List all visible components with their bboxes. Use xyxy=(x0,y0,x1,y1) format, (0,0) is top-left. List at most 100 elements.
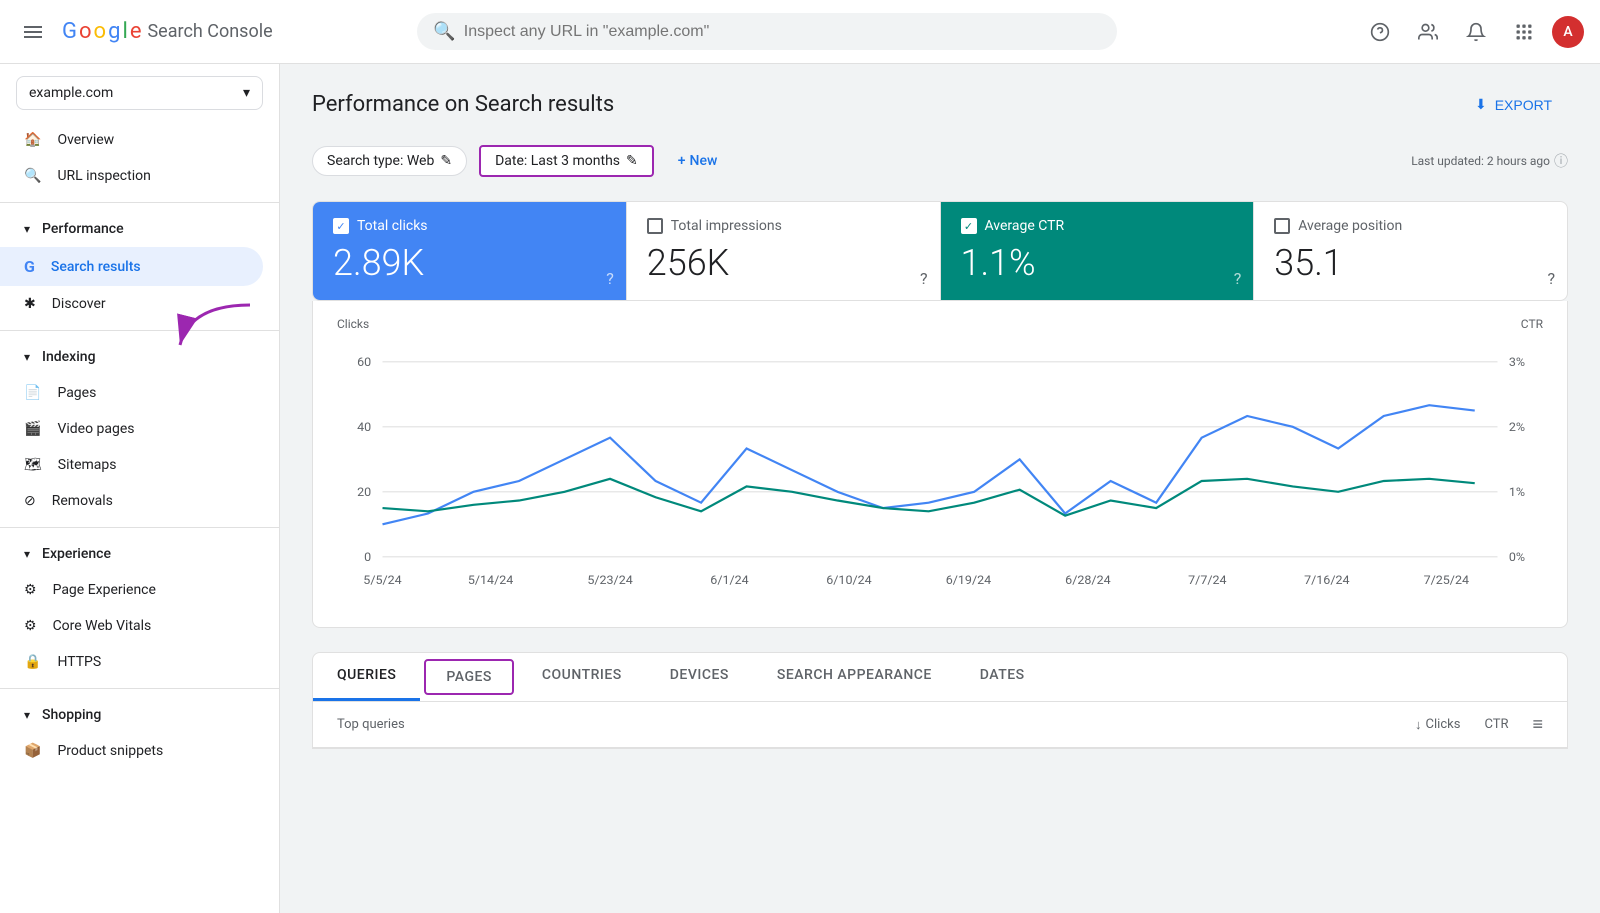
chart-container: Clicks CTR 60 40 20 0 3% 2% xyxy=(312,301,1568,628)
sidebar-item-overview[interactable]: 🏠 Overview xyxy=(0,122,263,158)
export-button[interactable]: ⬇ EXPORT xyxy=(1459,88,1568,121)
shopping-section-header[interactable]: ▾ Shopping xyxy=(0,697,279,733)
property-name: example.com xyxy=(29,85,113,101)
tab-queries-label: QUERIES xyxy=(337,667,396,683)
metric-card-header-ctr: Average CTR xyxy=(961,218,1234,234)
position-label: Average position xyxy=(1298,218,1402,234)
menu-icon[interactable] xyxy=(16,15,50,49)
sidebar-item-core-web-vitals[interactable]: ⚙ Core Web Vitals xyxy=(0,608,263,644)
svg-text:60: 60 xyxy=(357,355,371,369)
sidebar-item-search-results[interactable]: G Search results xyxy=(0,247,263,286)
tab-queries[interactable]: QUERIES xyxy=(313,653,420,701)
main-content: Performance on Search results ⬇ EXPORT S… xyxy=(280,64,1600,913)
topbar-right: A xyxy=(1360,12,1584,52)
lock-icon: 🔒 xyxy=(24,654,41,670)
table-col-clicks[interactable]: ↓ Clicks xyxy=(1415,717,1460,733)
help-icon-impressions[interactable]: ? xyxy=(920,269,928,288)
search-input[interactable] xyxy=(464,23,1102,41)
help-icon-clicks[interactable]: ? xyxy=(606,269,614,288)
sidebar-item-page-experience[interactable]: ⚙ Page Experience xyxy=(0,572,263,608)
sidebar-item-discover[interactable]: ✱ Discover xyxy=(0,286,263,322)
discover-label: Discover xyxy=(52,296,106,312)
impressions-value: 256K xyxy=(647,242,920,284)
svg-text:6/10/24: 6/10/24 xyxy=(826,573,872,587)
date-label: Date: Last 3 months xyxy=(495,153,620,169)
sidebar-item-removals[interactable]: ⊘ Removals xyxy=(0,483,263,519)
tab-search-appearance[interactable]: SEARCH APPEARANCE xyxy=(753,653,956,701)
tab-pages-label: PAGES xyxy=(446,669,492,685)
page-title: Performance on Search results xyxy=(312,92,614,117)
tab-dates[interactable]: DATES xyxy=(956,653,1049,701)
table-header: Top queries ↓ Clicks CTR ≡ xyxy=(313,702,1567,748)
help-button[interactable] xyxy=(1360,12,1400,52)
tab-countries[interactable]: COUNTRIES xyxy=(518,653,646,701)
svg-text:7/7/24: 7/7/24 xyxy=(1188,573,1227,587)
page-header: Performance on Search results ⬇ EXPORT xyxy=(312,88,1568,121)
indexing-label: Indexing xyxy=(42,349,95,365)
svg-text:6/19/24: 6/19/24 xyxy=(946,573,992,587)
search-circle-icon: 🔍 xyxy=(24,168,41,184)
add-filter-button[interactable]: + New xyxy=(666,147,730,175)
notifications-button[interactable] xyxy=(1456,12,1496,52)
topbar: Google Search Console 🔍 A xyxy=(0,0,1600,64)
sidebar-item-product-snippets[interactable]: 📦 Product snippets xyxy=(0,733,263,769)
sitemaps-label: Sitemaps xyxy=(58,457,117,473)
tab-countries-label: COUNTRIES xyxy=(542,667,622,683)
metric-cards: Total clicks 2.89K ? Total impressions 2… xyxy=(312,201,1568,301)
date-filter[interactable]: Date: Last 3 months ✎ xyxy=(479,145,654,177)
google-letter-g: G xyxy=(62,19,77,44)
google-logo: Google Search Console xyxy=(62,19,273,44)
video-icon: 🎬 xyxy=(24,421,41,437)
sidebar-item-pages[interactable]: 📄 Pages xyxy=(0,375,263,411)
tab-devices[interactable]: DEVICES xyxy=(646,653,753,701)
pages-icon: 📄 xyxy=(24,385,41,401)
asterisk-icon: ✱ xyxy=(24,296,36,312)
search-results-label: Search results xyxy=(51,259,141,275)
experience-section-header[interactable]: ▾ Experience xyxy=(0,536,279,572)
apps-button[interactable] xyxy=(1504,12,1544,52)
indexing-section-header[interactable]: ▾ Indexing xyxy=(0,339,279,375)
search-type-filter[interactable]: Search type: Web ✎ xyxy=(312,146,467,176)
y-axis-label-left: Clicks xyxy=(337,317,369,331)
filter-icon[interactable]: ≡ xyxy=(1532,714,1543,735)
help-icon-ctr[interactable]: ? xyxy=(1234,269,1242,288)
nav-divider-1 xyxy=(0,202,279,203)
metric-card-position[interactable]: Average position 35.1 ? xyxy=(1254,202,1567,300)
tab-dates-label: DATES xyxy=(980,667,1025,683)
performance-label: Performance xyxy=(42,221,124,237)
metric-card-impressions[interactable]: Total impressions 256K ? xyxy=(627,202,941,300)
plus-icon: + xyxy=(678,153,686,169)
avatar[interactable]: A xyxy=(1552,16,1584,48)
google-letter-o1: o xyxy=(79,19,92,44)
chart-area: 60 40 20 0 3% 2% 1% 0% 5/5/24 5/14/24 xyxy=(337,351,1543,611)
product-icon: 📦 xyxy=(24,743,41,759)
sidebar-item-sitemaps[interactable]: 🗺 Sitemaps xyxy=(0,447,263,483)
svg-text:6/1/24: 6/1/24 xyxy=(710,573,749,587)
metric-card-ctr[interactable]: Average CTR 1.1% ? xyxy=(941,202,1255,300)
info-icon: ⓘ xyxy=(1554,151,1568,171)
sitemap-icon: 🗺 xyxy=(24,457,42,473)
accounts-button[interactable] xyxy=(1408,12,1448,52)
table-col-ctr[interactable]: CTR xyxy=(1484,717,1508,732)
chevron-icon-4: ▾ xyxy=(24,708,30,722)
property-selector[interactable]: example.com ▾ xyxy=(16,76,263,110)
tab-pages[interactable]: PAGES xyxy=(424,659,514,695)
chart-svg: 60 40 20 0 3% 2% 1% 0% 5/5/24 5/14/24 xyxy=(337,351,1543,611)
metric-card-total-clicks[interactable]: Total clicks 2.89K ? xyxy=(313,202,627,300)
sidebar-item-url-inspection[interactable]: 🔍 URL inspection xyxy=(0,158,263,194)
checkbox-impressions xyxy=(647,218,663,234)
svg-text:7/25/24: 7/25/24 xyxy=(1424,573,1470,587)
google-letter-e: e xyxy=(130,19,142,44)
download-icon: ⬇ xyxy=(1475,96,1487,113)
performance-section-header[interactable]: ▾ Performance xyxy=(0,211,279,247)
sidebar-item-video-pages[interactable]: 🎬 Video pages xyxy=(0,411,263,447)
chevron-icon-3: ▾ xyxy=(24,547,30,561)
https-label: HTTPS xyxy=(57,654,101,670)
sidebar-item-https[interactable]: 🔒 HTTPS xyxy=(0,644,263,680)
topbar-left: Google Search Console xyxy=(16,15,296,49)
help-icon-position[interactable]: ? xyxy=(1547,269,1555,288)
video-pages-label: Video pages xyxy=(57,421,134,437)
metric-card-header-position: Average position xyxy=(1274,218,1547,234)
clicks-down-icon: ↓ xyxy=(1415,717,1422,733)
svg-text:7/16/24: 7/16/24 xyxy=(1304,573,1350,587)
